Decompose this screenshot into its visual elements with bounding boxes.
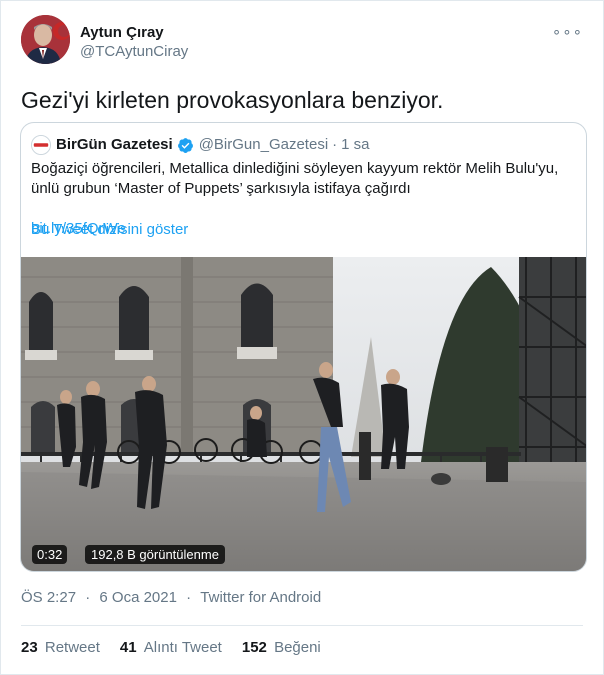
retweets-stat[interactable]: 23 Retweet	[21, 639, 100, 656]
verified-badge-icon	[177, 137, 194, 154]
tweet-time[interactable]: ÖS 2:27	[21, 589, 76, 606]
likes-count: 152	[241, 639, 267, 656]
quoted-tweet[interactable]: BirGün Gazetesi @BirGun_Gazetesi · 1 sa …	[20, 122, 587, 572]
author-handle[interactable]: @TCAytunCiray	[80, 42, 188, 61]
quoted-name[interactable]: BirGün Gazetesi	[56, 135, 173, 155]
quoted-handle[interactable]: @BirGun_Gazetesi	[199, 135, 328, 155]
tweet-text: Gezi'yi kirleten provokasyonlara benziyo…	[21, 87, 444, 113]
quote-tweets-label: Alıntı Tweet	[143, 639, 222, 656]
likes-label: Beğeni	[274, 639, 321, 656]
likes-stat[interactable]: 152 Beğeni	[242, 639, 321, 656]
engagement-stats: 23 Retweet 41 Alıntı Tweet 152 Beğeni	[21, 639, 341, 656]
tweet-date[interactable]: 6 Oca 2021	[99, 589, 177, 606]
tweet-meta: ÖS 2:27 · 6 Oca 2021 · Twitter for Andro…	[21, 589, 321, 606]
tweet-card: Aytun Çıray @TCAytunCiray ∘∘∘ Gezi'yi ki…	[0, 0, 604, 675]
video-duration: 0:32	[32, 545, 68, 564]
retweets-count: 23	[21, 639, 38, 656]
quoted-avatar[interactable]	[31, 135, 51, 155]
separator-dot: ·	[85, 589, 91, 606]
tweet-source[interactable]: Twitter for Android	[200, 589, 321, 606]
show-thread-link[interactable]: Bu Tweet dizisini göster	[31, 221, 188, 238]
video-frame	[21, 257, 586, 571]
separator-dot: ·	[186, 589, 192, 606]
quote-tweets-stat[interactable]: 41 Alıntı Tweet	[120, 639, 222, 656]
quote-tweets-count: 41	[119, 639, 137, 656]
retweets-label: Retweet	[44, 639, 100, 656]
quoted-text: Boğaziçi öğrencileri, Metallica dinlediğ…	[31, 160, 559, 197]
video-view-count: 192,8 B görüntülenme	[85, 545, 225, 564]
separator-dot: ·	[332, 136, 338, 153]
author-avatar[interactable]	[21, 15, 70, 64]
divider	[21, 625, 583, 626]
ellipsis-icon: ∘∘∘	[551, 24, 583, 41]
quoted-time[interactable]: 1 sa	[341, 135, 369, 155]
author-name[interactable]: Aytun Çıray	[80, 23, 188, 42]
tweet-author[interactable]: Aytun Çıray @TCAytunCiray	[21, 15, 188, 64]
more-options-button[interactable]: ∘∘∘	[552, 23, 583, 41]
video-player[interactable]: 0:32 192,8 B görüntülenme	[21, 257, 586, 571]
